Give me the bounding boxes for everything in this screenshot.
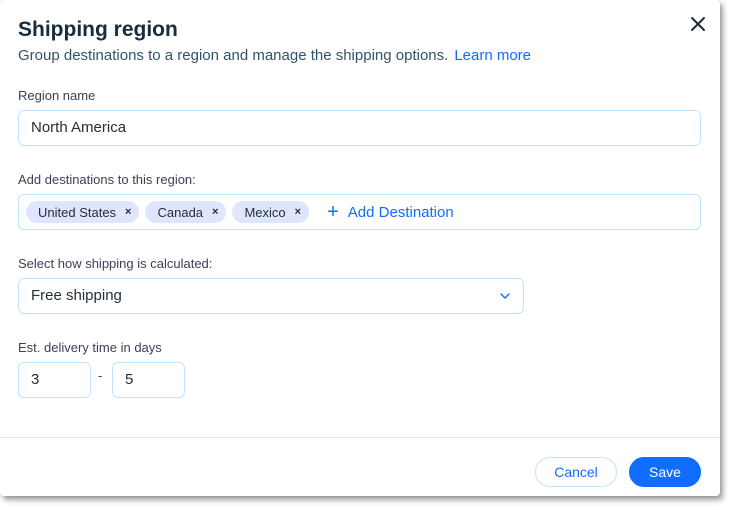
range-separator: -: [98, 368, 103, 383]
close-icon[interactable]: [689, 15, 707, 33]
min-days-input[interactable]: 3: [18, 362, 91, 398]
cancel-button[interactable]: Cancel: [535, 457, 617, 487]
calculation-label: Select how shipping is calculated:: [18, 256, 213, 271]
subtitle-text: Group destinations to a region and manag…: [18, 47, 449, 64]
destination-chip-mexico[interactable]: Mexico ×: [232, 201, 310, 223]
shipping-region-dialog: Shipping region Group destinations to a …: [0, 0, 720, 496]
selected-option: Free shipping: [31, 287, 122, 304]
chevron-down-icon: [500, 293, 510, 299]
dialog-subtitle: Group destinations to a region and manag…: [18, 47, 531, 64]
plus-icon: +: [327, 201, 339, 223]
chip-label: Mexico: [244, 204, 286, 220]
max-days-input[interactable]: 5: [112, 362, 185, 398]
remove-chip-icon[interactable]: ×: [125, 206, 131, 218]
chip-label: United States: [38, 204, 117, 220]
remove-chip-icon[interactable]: ×: [295, 206, 301, 218]
add-destination-button[interactable]: + Add Destination: [327, 202, 454, 222]
learn-more-link[interactable]: Learn more: [454, 47, 531, 64]
footer-divider: [0, 437, 720, 438]
region-name-input[interactable]: North America: [18, 110, 701, 146]
add-destination-label: Add Destination: [347, 203, 454, 221]
remove-chip-icon[interactable]: ×: [212, 206, 218, 218]
dialog-title: Shipping region: [18, 18, 178, 41]
region-name-label: Region name: [18, 88, 96, 103]
destination-chip-canada[interactable]: Canada ×: [145, 201, 227, 223]
destinations-field[interactable]: United States × Canada × Mexico × + Add …: [18, 194, 701, 230]
destinations-label: Add destinations to this region:: [18, 172, 196, 187]
delivery-time-label: Est. delivery time in days: [18, 340, 162, 355]
shipping-calculation-select[interactable]: Free shipping: [18, 278, 524, 314]
destination-chip-united-states[interactable]: United States ×: [26, 201, 140, 223]
chip-label: Canada: [157, 204, 204, 220]
save-button[interactable]: Save: [629, 457, 701, 487]
